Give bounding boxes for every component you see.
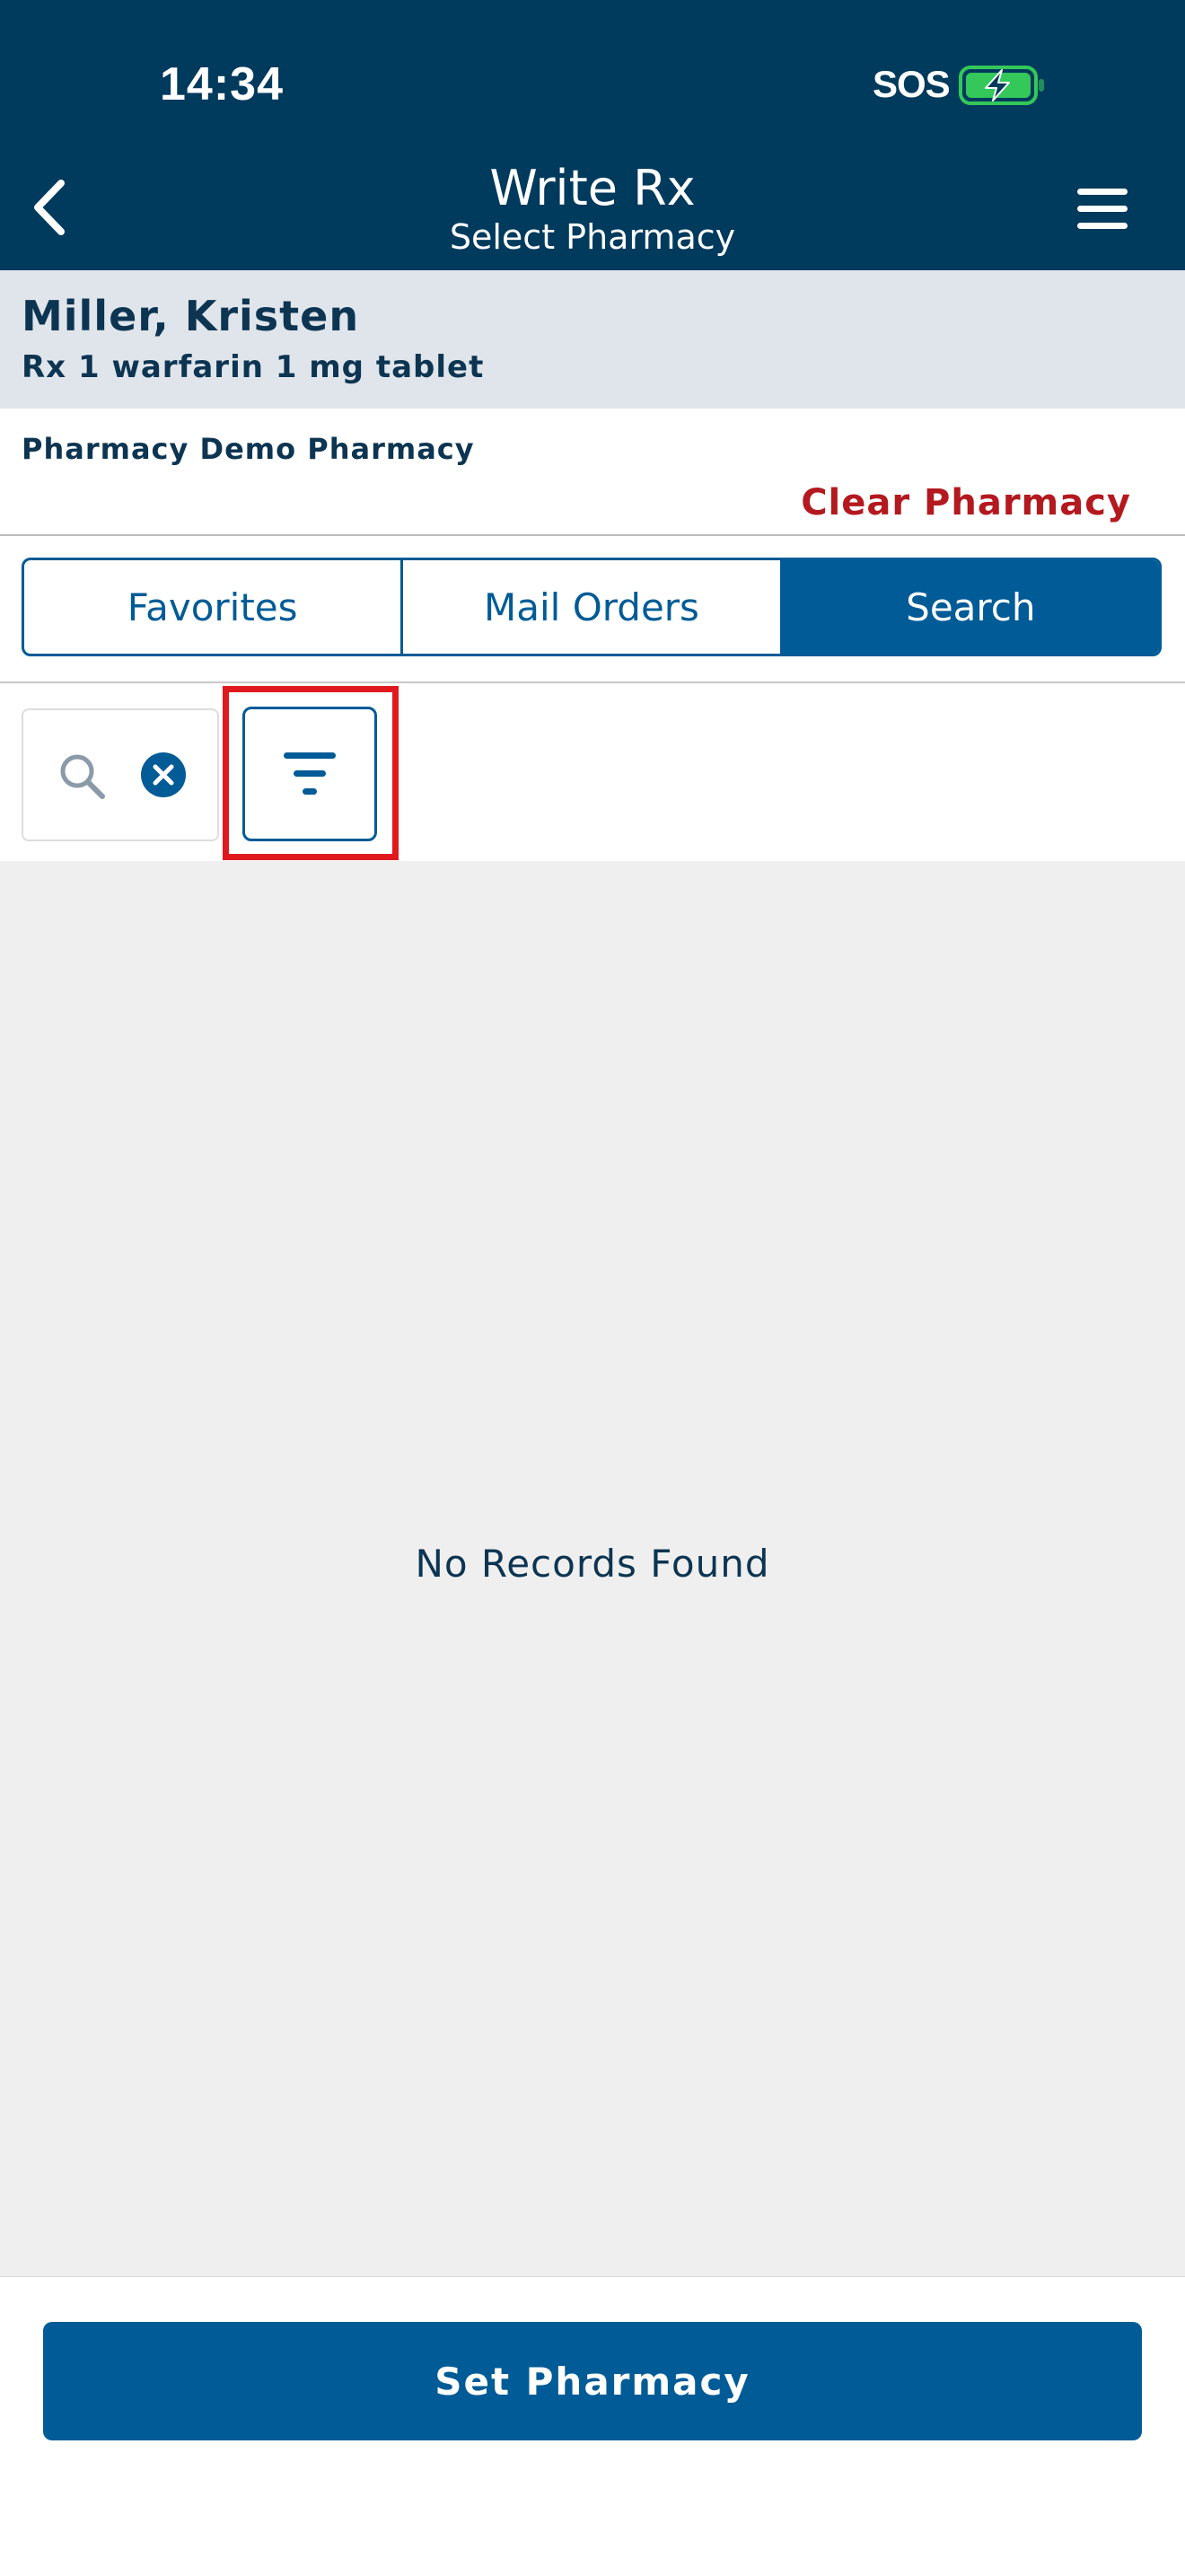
results-area: No Records Found — [0, 861, 1185, 2276]
tab-mail-orders[interactable]: Mail Orders — [400, 560, 779, 654]
status-carrier: SOS — [873, 63, 951, 105]
footer: Set Pharmacy — [0, 2276, 1185, 2576]
prescription-summary: Rx 1 warfarin 1 mg tablet — [22, 349, 485, 385]
tab-search[interactable]: Search — [779, 560, 1159, 654]
hamburger-menu-icon[interactable] — [1074, 185, 1131, 233]
filter-icon — [284, 752, 336, 795]
tab-favorites[interactable]: Favorites — [24, 560, 400, 654]
battery-charging-icon — [959, 66, 1044, 105]
search-input[interactable] — [22, 708, 219, 841]
selected-pharmacy-label: Pharmacy Demo Pharmacy — [22, 432, 475, 466]
status-time: 14:34 — [160, 58, 284, 110]
page-title: Write Rx — [489, 160, 696, 216]
patient-banner: Miller, Kristen Rx 1 warfarin 1 mg table… — [0, 270, 1185, 409]
app-header: 14:34 SOS Write Rx Select Pharmacy — [0, 0, 1185, 270]
empty-state-message: No Records Found — [415, 1542, 770, 1586]
clear-pharmacy-button[interactable]: Clear Pharmacy — [801, 482, 1131, 523]
clear-circle-icon[interactable] — [140, 752, 187, 798]
page-subtitle: Select Pharmacy — [449, 217, 736, 257]
selected-pharmacy-section: Pharmacy Demo Pharmacy Clear Pharmacy — [0, 409, 1185, 536]
filter-button[interactable] — [242, 707, 377, 841]
set-pharmacy-button[interactable]: Set Pharmacy — [43, 2322, 1142, 2440]
patient-name: Miller, Kristen — [22, 292, 360, 340]
search-row — [0, 683, 1185, 861]
tabs-bar: Favorites Mail Orders Search — [0, 536, 1185, 683]
segmented-control: Favorites Mail Orders Search — [22, 558, 1162, 656]
search-icon — [60, 754, 105, 799]
